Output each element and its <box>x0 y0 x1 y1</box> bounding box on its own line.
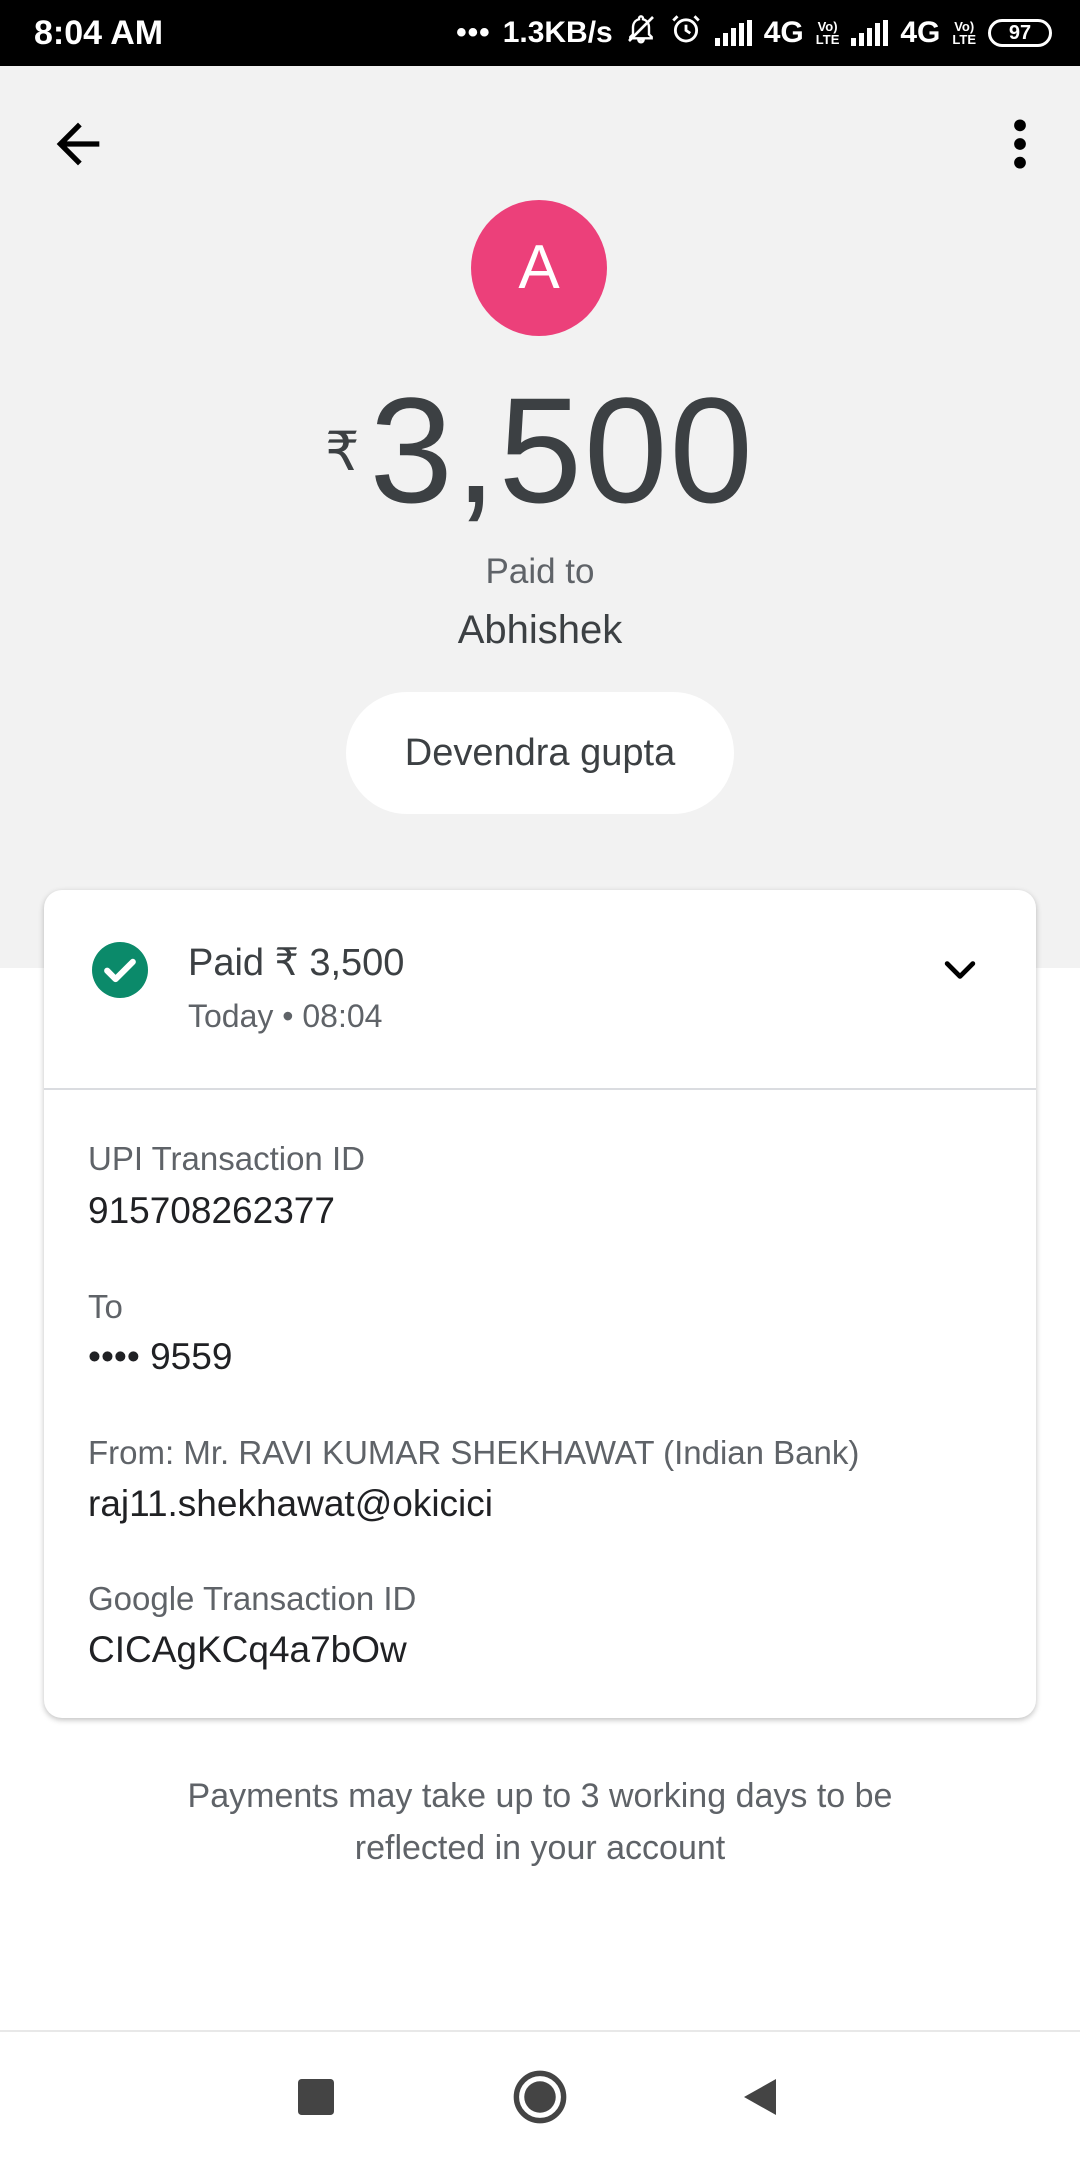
card-divider <box>44 1088 1036 1090</box>
avatar: A <box>471 200 607 336</box>
upi-transaction-id-value: 915708262377 <box>88 1190 335 1231</box>
battery-icon: 97 <box>988 19 1052 47</box>
network-type-2: 4G <box>900 16 941 49</box>
system-nav-bar <box>0 2030 1080 2162</box>
status-time: 8:04 AM <box>34 14 164 52</box>
status-bar: 8:04 AM ••• 1.3KB/s 4G Vo) LTE 4G Vo) LTE … <box>0 0 1080 66</box>
alarm-icon <box>669 12 703 54</box>
google-transaction-id-value: CICAgKCq4a7bOw <box>88 1629 407 1670</box>
signal-icon <box>714 20 752 46</box>
more-vert-icon <box>1014 119 1026 169</box>
more-options-button[interactable] <box>1000 112 1040 176</box>
circle-icon <box>513 2070 567 2124</box>
from-upi-id-value: raj11.shekhawat@okicici <box>88 1483 493 1524</box>
from-label: From: Mr. RAVI KUMAR SHEKHAWAT (Indian B… <box>88 1434 860 1471</box>
amount-value: 3,500 <box>369 366 755 534</box>
volte-badge-1: Vo) LTE <box>815 19 840 47</box>
more-notifications-dots: ••• <box>456 16 491 49</box>
arrow-back-icon <box>56 122 100 166</box>
processing-note: Payments may take up to 3 working days t… <box>187 1777 893 1867</box>
payment-status-title: Paid ₹ 3,500 <box>188 942 405 984</box>
system-back-button[interactable] <box>710 2032 810 2162</box>
payment-timestamp: Today • 08:04 <box>188 998 383 1034</box>
notifications-off-icon <box>625 13 657 53</box>
paid-to-label: Paid to <box>485 552 595 591</box>
google-transaction-id-label: Google Transaction ID <box>88 1580 417 1617</box>
triangle-back-icon <box>744 2079 776 2115</box>
to-account-value: •••• 9559 <box>88 1336 233 1377</box>
home-button[interactable] <box>490 2032 590 2162</box>
currency-symbol: ₹ <box>325 422 360 482</box>
network-speed: 1.3KB/s <box>502 16 613 49</box>
upi-transaction-id-label: UPI Transaction ID <box>88 1140 365 1177</box>
chevron-down-icon <box>944 961 976 979</box>
signal-icon <box>851 20 889 46</box>
to-label: To <box>88 1288 123 1325</box>
recents-button[interactable] <box>266 2032 366 2162</box>
status-icons: ••• 1.3KB/s 4G Vo) LTE 4G Vo) LTE 97 <box>456 0 1052 66</box>
payee-name-chip[interactable]: Devendra gupta <box>346 692 734 814</box>
square-icon <box>298 2079 334 2115</box>
payee-name: Abhishek <box>457 608 623 652</box>
check-circle-icon <box>92 942 148 998</box>
network-type-1: 4G <box>763 16 804 49</box>
expand-details-button[interactable] <box>938 948 982 992</box>
amount-display: ₹ 3,500 <box>0 370 1080 530</box>
back-button[interactable] <box>46 112 110 176</box>
transaction-details-card: Paid ₹ 3,500 Today • 08:04 UPI Transacti… <box>44 890 1036 1718</box>
volte-badge-2: Vo) LTE <box>952 19 976 47</box>
